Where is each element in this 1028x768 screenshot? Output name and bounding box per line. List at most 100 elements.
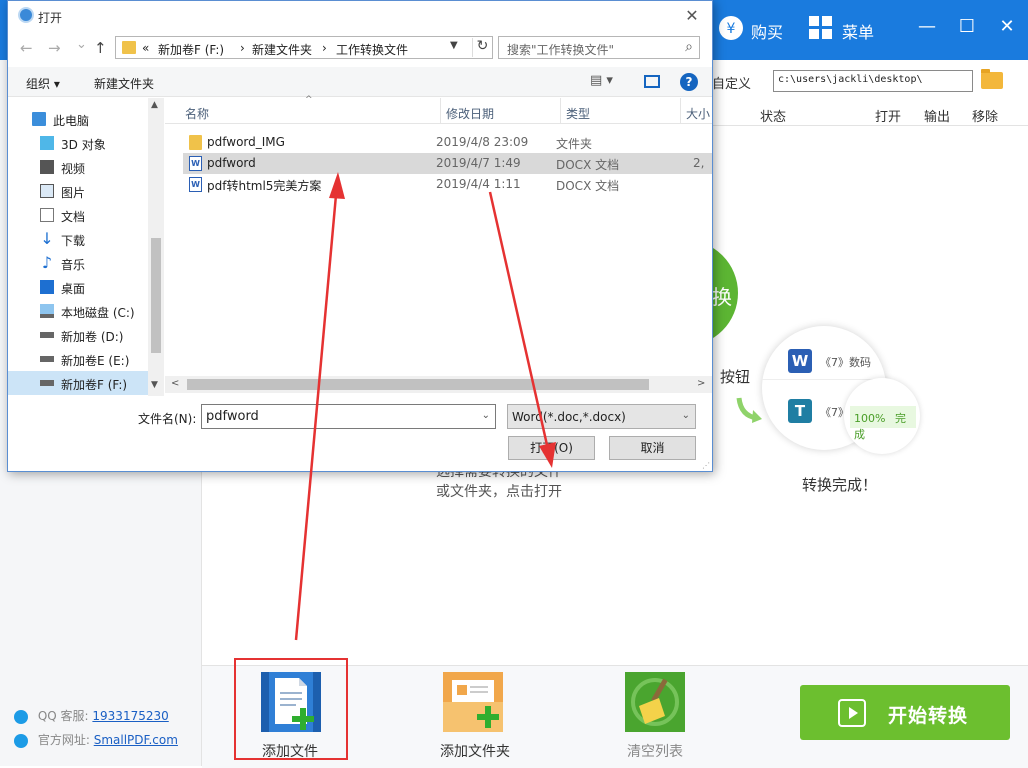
menu-button[interactable]: 菜单 bbox=[842, 19, 874, 43]
organize-button[interactable]: 组织 ▾ bbox=[26, 75, 60, 92]
nav-item-drive-d[interactable]: 新加卷 (D:) bbox=[8, 323, 148, 347]
browse-folder-icon[interactable] bbox=[981, 69, 1003, 89]
svg-text:¥: ¥ bbox=[727, 21, 736, 37]
hscroll-thumb[interactable] bbox=[187, 379, 649, 390]
docx-icon: W bbox=[189, 177, 202, 192]
cube-icon bbox=[40, 136, 54, 150]
maximize-button[interactable]: ☐ bbox=[954, 14, 980, 40]
col-type[interactable]: 类型 bbox=[566, 105, 590, 122]
minimize-button[interactable]: — bbox=[914, 14, 940, 40]
nav-item-label: 桌面 bbox=[61, 282, 86, 296]
column-divider[interactable] bbox=[440, 98, 441, 124]
document-icon bbox=[40, 208, 54, 222]
illustration-button-text: 按钮 bbox=[720, 368, 751, 386]
nav-item-label: 音乐 bbox=[61, 258, 86, 272]
add-folder-label[interactable]: 添加文件夹 bbox=[440, 741, 510, 761]
drive-c-icon bbox=[40, 304, 54, 318]
output-path-input[interactable]: c:\users\jackli\desktop\ bbox=[773, 70, 973, 92]
nav-item-label: 本地磁盘 (C:) bbox=[61, 306, 135, 320]
nav-scrollbar[interactable]: ▲ ▼ bbox=[148, 98, 164, 396]
start-convert-button[interactable]: 开始转换 bbox=[800, 685, 1010, 740]
nav-item-documents[interactable]: 文档 bbox=[8, 203, 148, 227]
broom-icon[interactable] bbox=[625, 672, 685, 732]
nav-item-drive-e[interactable]: 新加卷E (E:) bbox=[8, 347, 148, 371]
play-icon bbox=[838, 699, 866, 727]
nav-item-drive-c[interactable]: 本地磁盘 (C:) bbox=[8, 299, 148, 323]
view-options-button[interactable]: ▤ ▾ bbox=[590, 73, 613, 88]
yen-icon[interactable]: ¥ bbox=[718, 15, 744, 41]
preview-pane-icon[interactable] bbox=[644, 75, 660, 88]
qq-link[interactable]: 1933175230 bbox=[92, 709, 168, 723]
nav-item-this-pc[interactable]: 此电脑 bbox=[8, 107, 148, 131]
scroll-left-icon[interactable]: < bbox=[171, 378, 179, 389]
file-row[interactable]: pdfword_IMG 2019/4/8 23:09 文件夹 bbox=[183, 132, 712, 153]
file-row[interactable]: W pdfword 2019/4/7 1:49 DOCX 文档 2, bbox=[183, 153, 712, 174]
file-list-hscrollbar[interactable]: < > bbox=[165, 376, 712, 393]
menu-grid-icon[interactable] bbox=[808, 15, 834, 41]
refresh-icon[interactable]: ↻ bbox=[472, 38, 492, 57]
nav-item-downloads[interactable]: ↓ 下载 bbox=[8, 227, 148, 251]
nav-item-desktop[interactable]: 桌面 bbox=[8, 275, 148, 299]
open-button[interactable]: 打开(O) bbox=[508, 436, 595, 460]
resize-grip-icon[interactable]: ⋰ bbox=[702, 461, 710, 470]
filename-input[interactable]: pdfword ⌄ bbox=[201, 404, 496, 429]
breadcrumb-folder[interactable]: 新建文件夹 bbox=[252, 41, 312, 58]
add-folder-icon[interactable] bbox=[443, 672, 503, 732]
forward-button[interactable]: → bbox=[48, 39, 61, 57]
file-date: 2019/4/8 23:09 bbox=[436, 135, 529, 149]
nav-item-3d-objects[interactable]: 3D 对象 bbox=[8, 131, 148, 155]
breadcrumb-current[interactable]: 工作转换文件 bbox=[336, 41, 408, 58]
back-button[interactable]: ← bbox=[20, 39, 33, 57]
filetype-value: Word(*.doc,*.docx) bbox=[512, 410, 626, 424]
start-convert-label: 开始转换 bbox=[888, 705, 969, 727]
column-divider[interactable] bbox=[680, 98, 681, 124]
scroll-down-icon[interactable]: ▼ bbox=[151, 380, 158, 390]
help-icon[interactable]: ? bbox=[680, 73, 698, 91]
breadcrumb-overflow[interactable]: « bbox=[142, 41, 149, 55]
instruction-line-2: 或文件夹，点击打开 bbox=[436, 484, 562, 500]
conversion-done-text: 转换完成！ bbox=[802, 476, 878, 494]
folder-icon bbox=[189, 135, 202, 150]
column-divider[interactable] bbox=[560, 98, 561, 124]
file-row[interactable]: W pdf转html5完美方案 2019/4/4 1:11 DOCX 文档 bbox=[183, 174, 712, 195]
nav-item-drive-f[interactable]: 新加卷F (F:) bbox=[8, 371, 148, 395]
breadcrumb-sep[interactable]: › bbox=[322, 41, 327, 55]
recent-dropdown-button[interactable]: ⌄ bbox=[76, 37, 87, 52]
cancel-button[interactable]: 取消 bbox=[609, 436, 696, 460]
breadcrumb-drive[interactable]: 新加卷F (F:) bbox=[158, 41, 224, 58]
col-size[interactable]: 大小 bbox=[686, 105, 710, 122]
file-size: 2, bbox=[693, 156, 705, 170]
chevron-down-icon[interactable]: ⌄ bbox=[482, 410, 490, 421]
illustration-row-text: 《7》数码 bbox=[820, 356, 871, 369]
qq-icon bbox=[14, 709, 28, 724]
buy-button[interactable]: 购买 bbox=[751, 19, 783, 43]
nav-scroll-thumb[interactable] bbox=[151, 238, 161, 353]
address-dropdown-icon[interactable]: ▼ bbox=[450, 40, 458, 51]
download-icon: ↓ bbox=[40, 229, 54, 248]
dialog-close-button[interactable]: ✕ bbox=[678, 4, 706, 28]
site-link[interactable]: SmallPDF.com bbox=[94, 733, 178, 747]
scroll-right-icon[interactable]: > bbox=[697, 378, 705, 389]
col-name[interactable]: 名称 bbox=[185, 105, 209, 122]
new-folder-button[interactable]: 新建文件夹 bbox=[94, 75, 154, 92]
nav-item-music[interactable]: ♪ 音乐 bbox=[8, 251, 148, 275]
clear-list-label[interactable]: 清空列表 bbox=[627, 741, 683, 761]
nav-item-videos[interactable]: 视频 bbox=[8, 155, 148, 179]
search-icon[interactable]: ⌕ bbox=[685, 39, 693, 55]
nav-item-label: 新加卷F (F:) bbox=[61, 378, 128, 392]
col-date[interactable]: 修改日期 bbox=[446, 105, 494, 122]
nav-item-pictures[interactable]: 图片 bbox=[8, 179, 148, 203]
col-status: 状态 bbox=[760, 110, 787, 125]
up-button[interactable]: ↑ bbox=[94, 39, 107, 57]
breadcrumb-sep[interactable]: › bbox=[240, 41, 245, 55]
navigation-pane: 此电脑 3D 对象 视频 图片 文档 ↓ 下载 ♪ 音乐 桌面 本地磁盘 (C:… bbox=[8, 98, 164, 396]
filename-value: pdfword bbox=[206, 409, 259, 424]
scroll-up-icon[interactable]: ▲ bbox=[151, 100, 158, 110]
picture-icon bbox=[40, 184, 54, 198]
filetype-select[interactable]: Word(*.doc,*.docx) ⌄ bbox=[507, 404, 696, 429]
close-button[interactable]: ✕ bbox=[994, 14, 1020, 40]
address-bar[interactable]: « 新加卷F (F:) › 新建文件夹 › 工作转换文件 ▼ ↻ bbox=[115, 36, 493, 59]
chevron-down-icon[interactable]: ⌄ bbox=[682, 410, 690, 421]
file-type: DOCX 文档 bbox=[556, 158, 620, 172]
search-input[interactable]: 搜索"工作转换文件" ⌕ bbox=[498, 36, 700, 59]
